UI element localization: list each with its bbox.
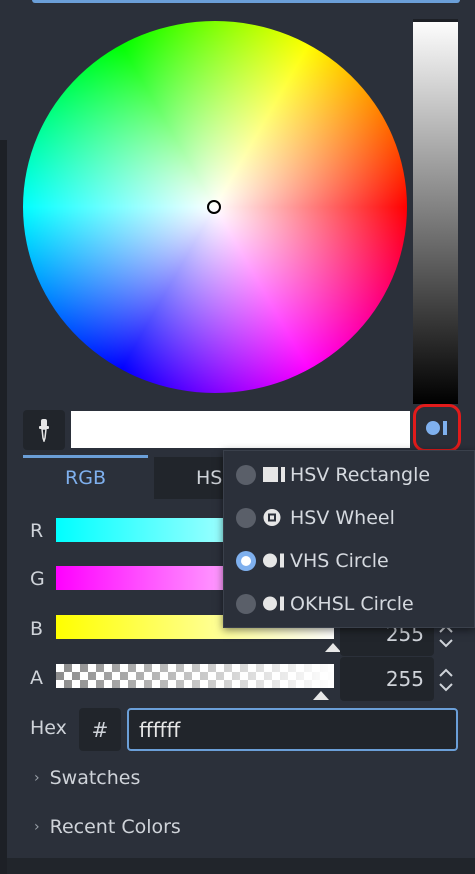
rectangle-mode-icon — [263, 467, 285, 482]
alpha-slider-grabber[interactable] — [313, 691, 329, 700]
radio-checked — [236, 550, 256, 571]
current-color-preview — [71, 411, 410, 448]
menu-item-label: HSV Wheel — [290, 506, 395, 529]
menu-item-label: HSV Rectangle — [290, 463, 431, 486]
radio-unchecked — [236, 593, 256, 614]
channel-label-a: A — [30, 667, 43, 689]
eyedropper-button[interactable] — [23, 410, 65, 450]
menu-item-label: VHS Circle — [290, 549, 389, 572]
radio-unchecked — [236, 507, 256, 528]
hex-input[interactable] — [127, 708, 458, 751]
channel-label-r: R — [30, 520, 44, 542]
swatches-label: Swatches — [49, 767, 141, 789]
spin-arrows-icon[interactable] — [437, 666, 455, 694]
blue-slider-grabber[interactable] — [325, 643, 341, 652]
circle-mode-icon — [263, 553, 284, 568]
chevron-right-icon: › — [34, 770, 40, 786]
menu-item-label: OKHSL Circle — [290, 592, 414, 615]
top-accent-bar — [32, 0, 460, 3]
swatches-section[interactable]: › Swatches — [34, 767, 140, 789]
gutter-segment — [0, 0, 7, 140]
picker-mode-menu: HSV Rectangle HSV Wheel VHS Circle OKHSL… — [223, 450, 475, 628]
menu-item-vhs-circle[interactable]: VHS Circle — [224, 539, 475, 582]
hex-label: Hex — [30, 717, 67, 739]
channel-label-g: G — [30, 568, 45, 590]
eyedropper-icon — [39, 419, 49, 442]
left-gutter — [0, 0, 7, 874]
menu-item-hsv-wheel[interactable]: HSV Wheel — [224, 496, 475, 539]
recent-colors-section[interactable]: › Recent Colors — [34, 816, 181, 838]
value-slider[interactable] — [413, 19, 458, 404]
wheel-cursor[interactable] — [207, 200, 221, 214]
menu-item-okhsl-circle[interactable]: OKHSL Circle — [224, 582, 475, 625]
recent-colors-label: Recent Colors — [49, 816, 181, 838]
alpha-value-spinbox[interactable]: 255 — [340, 657, 434, 701]
circle-mode-icon — [426, 421, 447, 435]
picker-mode-button[interactable] — [413, 404, 461, 452]
circle-mode-icon — [263, 596, 284, 611]
alpha-slider[interactable] — [56, 664, 334, 688]
radio-unchecked — [236, 464, 256, 485]
channel-label-b: B — [30, 618, 44, 640]
hex-hash-toggle[interactable]: # — [79, 708, 121, 751]
wheel-mode-icon — [263, 509, 281, 526]
chevron-right-icon: › — [34, 819, 40, 835]
menu-item-hsv-rectangle[interactable]: HSV Rectangle — [224, 453, 475, 496]
tab-rgb[interactable]: RGB — [23, 457, 148, 499]
